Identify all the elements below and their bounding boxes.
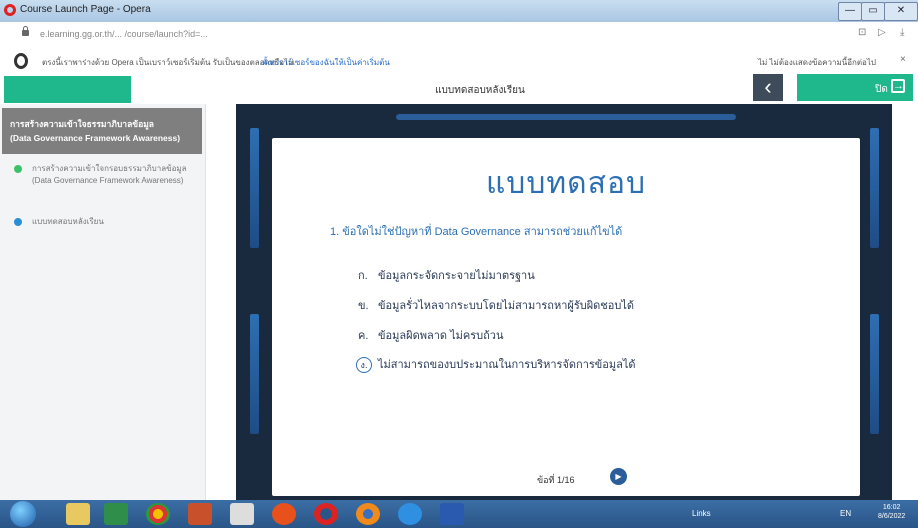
clock-time: 16:02	[882, 504, 901, 511]
choice-text: ข้อมูลรั่วไหลจากระบบโดยไม่สามารถหาผู้รับ…	[378, 300, 635, 312]
lock-icon	[22, 26, 29, 36]
choice-key: ก.	[358, 270, 368, 282]
reader-icon[interactable]: ⊡	[858, 27, 866, 38]
choice-key: ค.	[358, 330, 369, 342]
status-dot-icon	[14, 165, 22, 173]
media-taskbar-icon[interactable]	[230, 503, 254, 525]
clock[interactable]: 16:02 8/6/2022	[878, 503, 905, 521]
opera-logo-icon	[4, 4, 16, 16]
excel-taskbar-icon[interactable]	[104, 503, 128, 525]
download-icon[interactable]: ⤓	[900, 27, 904, 38]
opera-icon	[14, 53, 28, 69]
choice-key: ข.	[358, 300, 369, 312]
set-default-link[interactable]: ตั้งเบราว์เซอร์ของฉันให้เป็นค่าเริ่มต้น	[262, 56, 390, 69]
language-indicator[interactable]: EN	[840, 509, 851, 518]
firefox-taskbar-icon[interactable]	[356, 503, 380, 525]
question-text: 1. ข้อใดไม่ใช่ปัญหาที่ Data Governance ส…	[330, 226, 623, 238]
close-course-label: ปิด	[875, 84, 888, 95]
choice-text: ไม่สามารถของบประมาณในการบริหารจัดการข้อม…	[378, 359, 636, 371]
choice-text: ข้อมูลผิดพลาด ไม่ครบถ้วน	[378, 330, 504, 342]
close-course-button[interactable]: ปิด →	[797, 74, 913, 101]
next-question-button[interactable]: ▶	[610, 468, 627, 485]
course-title: แบบทดสอบหลังเรียน	[435, 85, 525, 96]
status-dot-icon	[14, 218, 22, 226]
sidebar-header: การสร้างความเข้าใจธรรมาภิบาลข้อมูล (Data…	[2, 108, 202, 154]
default-browser-infobar: ตรงนี้เราพาร่างด้วย Opera เป็นเบราว์เซอร…	[0, 48, 918, 75]
explorer-taskbar-icon[interactable]	[66, 503, 90, 525]
maximize-button[interactable]: ▭	[861, 2, 885, 21]
sidebar-header-subtitle: (Data Governance Framework Awareness)	[10, 133, 181, 143]
url-text[interactable]: e.learning.gg.or.th/... /course/launch?i…	[40, 29, 208, 39]
infobar-message: ตรงนี้เราพาร่างด้วย Opera เป็นเบราว์เซอร…	[42, 58, 294, 67]
frame-decoration	[870, 314, 879, 434]
choice-key: ง.	[356, 357, 372, 373]
frame-decoration	[870, 128, 879, 248]
dont-show-again-link[interactable]: ไม่ ไม่ต้องแสดงข้อความนี้อีกต่อไป	[758, 56, 876, 69]
minimize-button[interactable]: —	[838, 2, 862, 21]
course-header-left-block	[4, 76, 131, 103]
clock-date: 8/6/2022	[878, 513, 906, 520]
sidebar-item-label: การสร้างความเข้าใจกรอบธรรมาภิบาลข้อมูล (…	[32, 164, 187, 185]
choice-c[interactable]: ค. ข้อมูลผิดพลาด ไม่ครบถ้วน	[358, 326, 503, 344]
sidebar-header-title: การสร้างความเข้าใจธรรมาภิบาลข้อมูล	[10, 119, 155, 129]
question-pager: ข้อที่ 1/16	[537, 475, 575, 485]
chrome-taskbar-icon[interactable]	[146, 503, 170, 525]
choice-d-selected[interactable]: ง. ไม่สามารถของบประมาณในการบริหารจัดการข้…	[356, 355, 636, 373]
frame-decoration	[396, 114, 736, 120]
choice-a[interactable]: ก. ข้อมูลกระจัดกระจายไม่มาตรฐาน	[358, 266, 535, 284]
frame-decoration	[250, 128, 259, 248]
powerpoint-taskbar-icon[interactable]	[188, 503, 212, 525]
frame-decoration	[250, 314, 259, 434]
choice-b[interactable]: ข. ข้อมูลรั่วไหลจากระบบโดยไม่สามารถหาผู้ร…	[358, 296, 634, 314]
close-window-button[interactable]: ✕	[884, 2, 918, 21]
window-title: Course Launch Page - Opera	[20, 4, 151, 15]
ie-taskbar-icon[interactable]	[398, 503, 422, 525]
window-title-bar: Course Launch Page - Opera — ▭ ✕	[0, 0, 918, 22]
choice-text: ข้อมูลกระจัดกระจายไม่มาตรฐาน	[378, 270, 535, 282]
quiz-heading: แบบทดสอบ	[485, 167, 647, 200]
address-bar[interactable]: e.learning.gg.or.th/... /course/launch?i…	[0, 22, 918, 49]
sidebar-item-label: แบบทดสอบหลังเรียน	[32, 217, 104, 226]
back-button[interactable]: ‹	[753, 74, 783, 101]
exit-icon: →	[891, 79, 905, 93]
send-icon[interactable]: ▷	[878, 27, 886, 38]
opera-taskbar-icon[interactable]	[314, 503, 338, 525]
links-toolbar[interactable]: Links	[692, 509, 711, 518]
word-taskbar-icon[interactable]	[440, 503, 464, 525]
start-button[interactable]	[10, 501, 36, 527]
office-taskbar-icon[interactable]	[272, 503, 296, 525]
infobar-close-icon[interactable]: ×	[900, 54, 906, 65]
